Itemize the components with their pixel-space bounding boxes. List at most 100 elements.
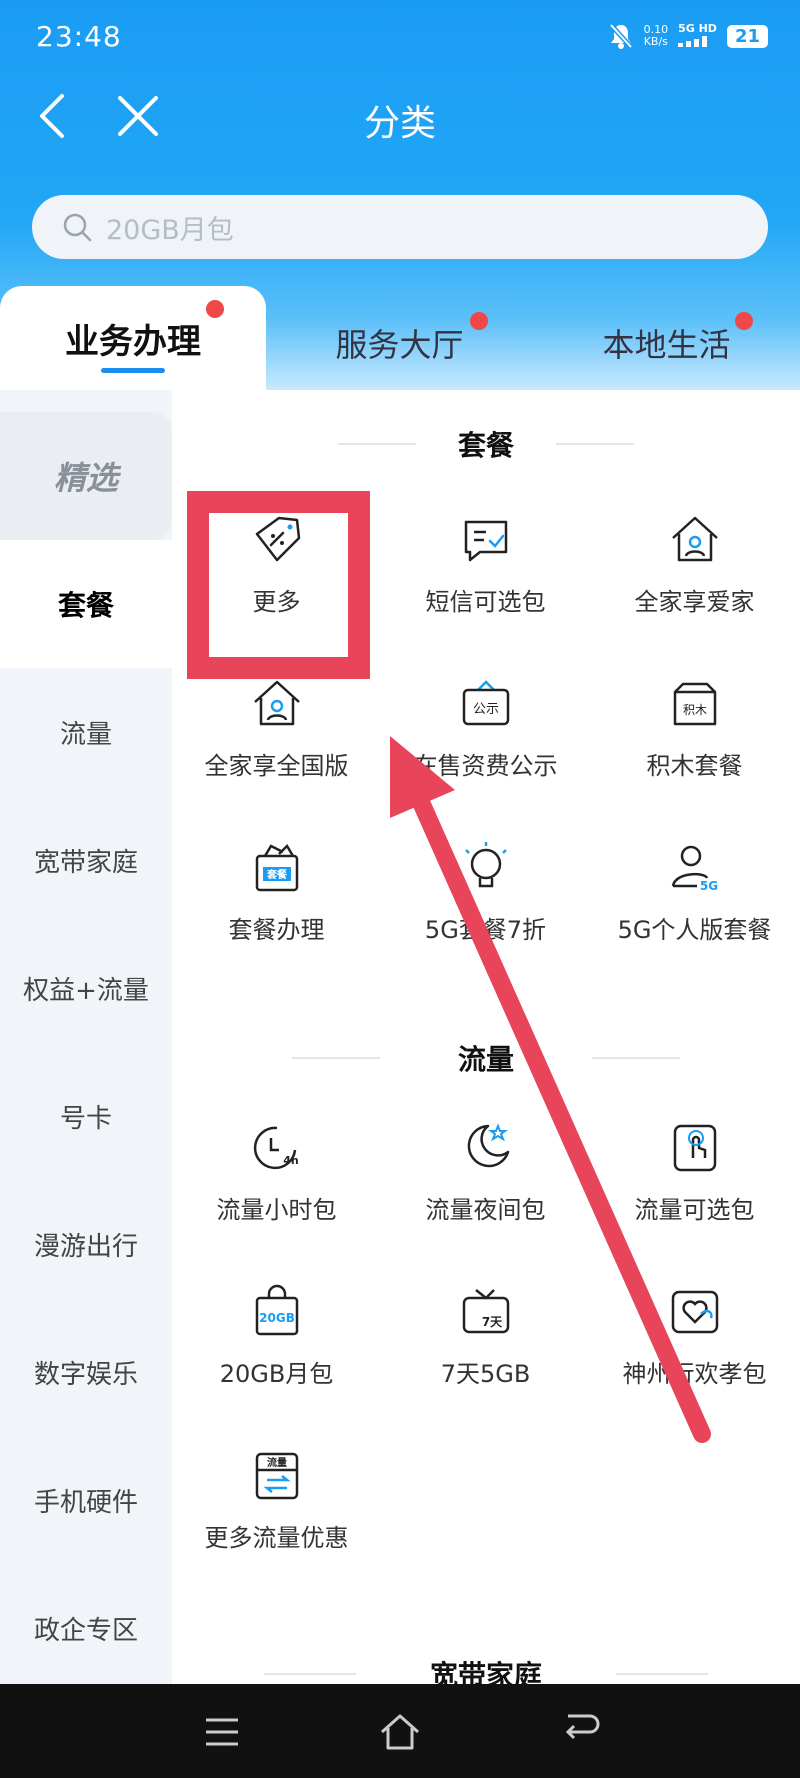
net-speed: 0.10 KB/s	[644, 24, 669, 48]
tab-bar: 业务办理 服务大厅 本地生活	[0, 286, 800, 390]
category-sidebar: 精选 套餐 流量 宽带家庭 权益+流量 号卡 漫游出行 数字娱乐 手机硬件 政企…	[0, 390, 172, 1684]
item-filial-data[interactable]: 神州行欢孝包	[590, 1270, 799, 1410]
sidebar-item-data[interactable]: 流量	[0, 668, 172, 796]
nav-bar: 分类	[0, 76, 800, 156]
icon-text: 套餐	[266, 868, 288, 881]
home-user-icon	[253, 680, 300, 726]
tv-icon: 7天	[462, 1289, 509, 1334]
tab-local-life[interactable]: 本地生活	[533, 286, 800, 390]
signal-bars-icon	[678, 35, 708, 47]
icon-text: 公示	[472, 702, 498, 717]
sidebar-item-label: 数字娱乐	[33, 1359, 138, 1390]
battery-level: 21	[726, 24, 768, 48]
sidebar-item-hardware[interactable]: 手机硬件	[0, 1436, 172, 1564]
item-sms-package[interactable]: 短信可选包	[381, 498, 590, 638]
item-label: 在售资费公示	[413, 752, 558, 780]
notification-dot	[735, 312, 753, 330]
status-time: 23:48	[36, 20, 122, 53]
system-navigation-bar	[0, 1684, 800, 1778]
item-label: 全家享全国版	[204, 752, 349, 780]
item-night-data[interactable]: 流量夜间包	[381, 1106, 590, 1246]
tab-label: 服务大厅	[335, 326, 464, 364]
sidebar-item-broadband[interactable]: 宽带家庭	[0, 796, 172, 924]
user-5g-icon: 5G	[671, 845, 718, 893]
item-20gb-monthly[interactable]: 20GB 20GB月包	[172, 1270, 381, 1410]
sidebar-item-label: 手机硬件	[33, 1487, 138, 1518]
data-envelope-icon: 流量	[255, 1452, 298, 1500]
sidebar-item-packages[interactable]: 套餐	[0, 540, 172, 668]
item-package-handle[interactable]: 套餐 套餐办理	[172, 826, 381, 966]
sidebar-item-label: 流量	[59, 719, 112, 750]
item-label: 全家享爱家	[634, 588, 755, 616]
sidebar-item-label: 宽带家庭	[33, 847, 138, 878]
notification-dot	[206, 300, 224, 318]
icon-text: 7天	[481, 1315, 502, 1329]
notice-board-icon: 公示	[462, 680, 509, 726]
signal-indicator: 5G HD	[678, 22, 717, 50]
tab-service-hall[interactable]: 服务大厅	[266, 286, 533, 390]
sidebar-item-label: 精选	[53, 459, 118, 497]
sidebar-item-label: 权益+流量	[23, 975, 149, 1006]
sidebar-item-label: 号卡	[59, 1103, 112, 1134]
sidebar-item-sim-card[interactable]: 号卡	[0, 1052, 172, 1180]
item-family-love[interactable]: 全家享爱家	[590, 498, 799, 638]
item-more-packages[interactable]: 更多	[172, 498, 381, 638]
item-hourly-data[interactable]: 4h 流量小时包	[172, 1106, 381, 1246]
item-label: 5G个人版套餐	[617, 916, 772, 944]
tab-business[interactable]: 业务办理	[0, 286, 266, 390]
status-bar: 23:48 0.10 KB/s 5G HD 21	[0, 0, 800, 76]
item-building-block-package[interactable]: 积木 积木套餐	[590, 662, 799, 802]
item-5g-discount[interactable]: 5G套餐7折	[381, 826, 590, 966]
item-label: 流量可选包	[634, 1196, 755, 1224]
section-title: 套餐	[457, 429, 514, 462]
item-family-national[interactable]: 全家享全国版	[172, 662, 381, 802]
item-label: 神州行欢孝包	[622, 1360, 767, 1388]
item-label: 更多流量优惠	[204, 1524, 349, 1552]
home-icon[interactable]	[376, 1708, 424, 1756]
item-optional-data[interactable]: 流量可选包	[590, 1106, 799, 1246]
lightbulb-icon	[464, 842, 507, 888]
search-icon	[63, 213, 92, 242]
menu-icon[interactable]	[198, 1708, 246, 1756]
item-7day-5gb[interactable]: 7天 7天5GB	[381, 1270, 590, 1410]
shopping-bag-icon: 套餐	[255, 843, 298, 892]
icon-text: 20GB	[259, 1311, 295, 1325]
sidebar-item-benefits[interactable]: 权益+流量	[0, 924, 172, 1052]
icon-text: 积木	[682, 703, 706, 717]
item-more-data-offers[interactable]: 流量 更多流量优惠	[172, 1434, 381, 1574]
sidebar-item-label: 政企专区	[33, 1615, 138, 1646]
item-label: 积木套餐	[646, 752, 743, 780]
item-5g-personal-package[interactable]: 5G 5G个人版套餐	[590, 826, 799, 966]
notification-dot	[470, 312, 488, 330]
net-speed-unit: KB/s	[643, 35, 668, 48]
icon-text: 4h	[283, 1154, 299, 1167]
bag-20gb-icon: 20GB	[255, 1284, 298, 1336]
item-tariff-notice[interactable]: 公示 在售资费公示	[381, 662, 590, 802]
page-title: 分类	[363, 103, 436, 144]
search-input[interactable]: 20GB月包	[32, 195, 768, 259]
heart-icon	[671, 1290, 718, 1334]
icon-text: 流量	[267, 1456, 287, 1469]
item-label: 套餐办理	[228, 916, 325, 944]
tab-label: 业务办理	[65, 322, 201, 362]
back-icon[interactable]	[554, 1708, 602, 1756]
mute-bell-icon	[608, 23, 633, 49]
search-placeholder: 20GB月包	[106, 214, 234, 246]
sidebar-item-roaming[interactable]: 漫游出行	[0, 1180, 172, 1308]
block-box-icon: 积木	[673, 682, 716, 726]
sidebar-item-label: 漫游出行	[33, 1231, 138, 1262]
sidebar-item-enterprise[interactable]: 政企专区	[0, 1564, 172, 1692]
touch-icon	[673, 1124, 716, 1172]
sidebar-item-featured[interactable]: 精选	[0, 412, 172, 540]
icon-text: 5G	[699, 879, 717, 893]
clock-icon: 4h	[253, 1126, 299, 1170]
sidebar-item-label: 套餐	[57, 589, 114, 622]
home-user-icon	[671, 516, 718, 562]
status-icons: 0.10 KB/s 5G HD 21	[608, 22, 768, 50]
item-label: 流量夜间包	[425, 1196, 546, 1224]
sidebar-item-entertainment[interactable]: 数字娱乐	[0, 1308, 172, 1436]
section-title: 流量	[457, 1043, 514, 1076]
item-label: 流量小时包	[216, 1196, 337, 1224]
tab-label: 本地生活	[602, 326, 731, 364]
item-label: 更多	[252, 588, 301, 616]
